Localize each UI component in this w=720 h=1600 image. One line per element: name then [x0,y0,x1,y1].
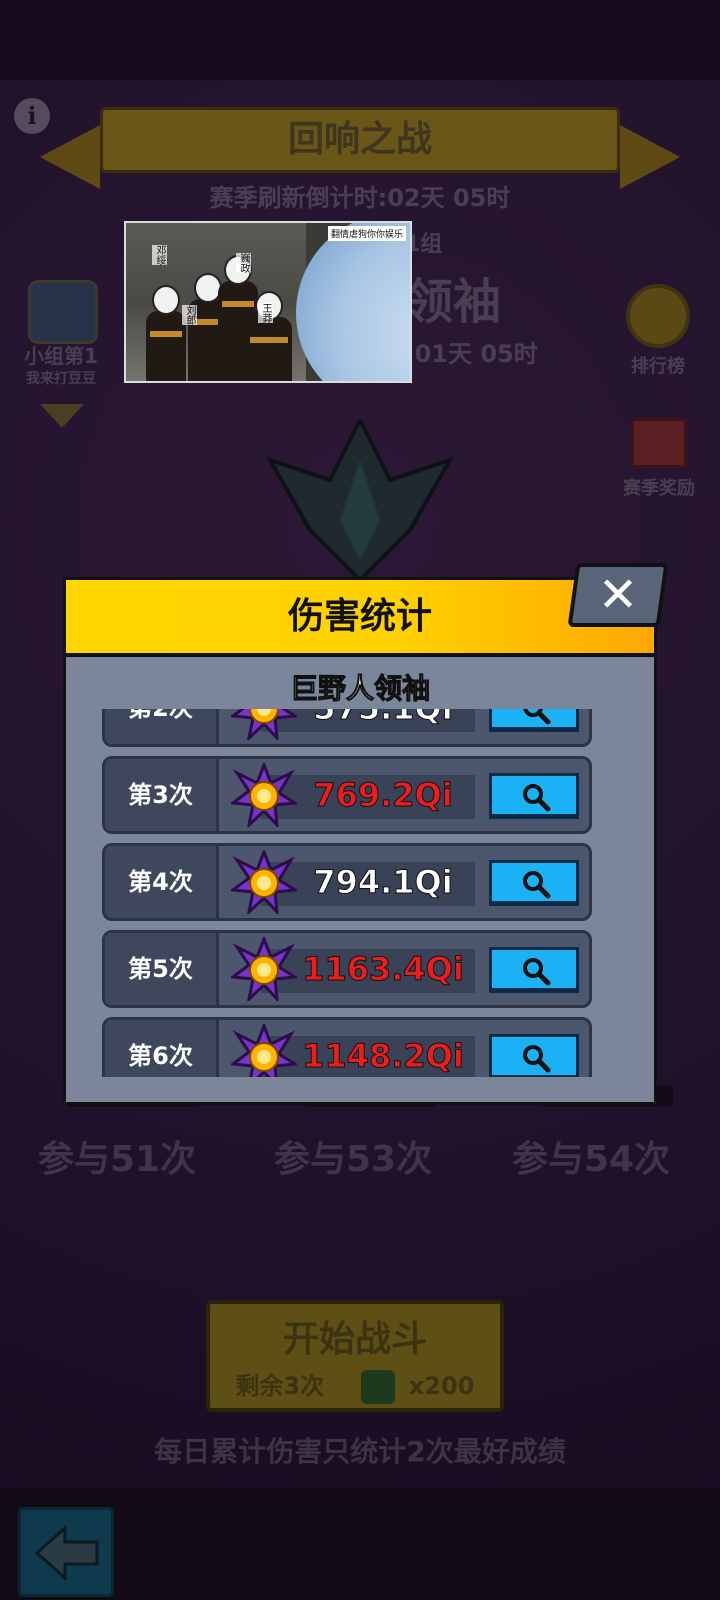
season-rewards-label: 赛季奖励 [623,478,695,499]
view-details-button[interactable] [489,947,579,993]
attempt-label: 第6次 [105,1020,219,1077]
figure [246,291,292,381]
attempt-row: 第3次 769.2Qi [102,756,592,834]
group-subtitle: 我来打豆豆 [26,371,96,387]
gem-icon [360,1370,395,1404]
medal-icon [626,284,690,348]
search-icon [523,1045,551,1073]
burst-icon [231,763,297,827]
attempt-row: 第2次 575.1Qi [102,709,592,747]
attempt-row: 第5次 1163.4Qi [102,930,592,1008]
boss-timer: :01天 05时 [405,340,538,368]
back-button[interactable] [18,1507,114,1597]
burst-icon [231,709,297,740]
video-scene-globe [296,223,410,381]
burst-icon [231,1024,297,1077]
close-icon: ✕ [597,567,639,623]
video-caption: 翻情虐狗你你娱乐 [327,226,406,241]
name-label: 王莽 [258,303,273,323]
start-battle-label: 开始战斗 [282,1319,427,1360]
arrow-left-icon [35,1526,99,1580]
figure [146,285,186,381]
damage-value: 1148.2Qi [302,1037,465,1076]
search-icon [523,709,551,725]
leaderboard-button[interactable]: 排行榜 [610,284,706,378]
season-title-banner: 回响之战 [100,107,620,173]
daily-note: 每日累计伤害只统计2次最好成绩 [154,1435,566,1468]
gift-icon [631,418,687,468]
dialog-body: 巨野人领袖 第2次 575.1Qi 第3次 769.2Qi [63,657,657,1105]
search-icon [523,871,551,899]
attempt-label: 第5次 [105,933,219,1005]
view-details-button[interactable] [489,709,579,732]
search-icon [523,784,551,812]
attempt-label: 第2次 [105,709,219,744]
boss-silhouette [265,420,455,580]
group-rank: 小组第1 [24,344,98,368]
damage-value: 1163.4Qi [302,950,465,989]
season-rewards-button[interactable]: 赛季奖励 [604,418,714,500]
season-countdown: 赛季刷新倒计时:02天 05时 [209,184,511,212]
chevron-down-icon[interactable] [40,404,84,428]
view-details-button[interactable] [489,860,579,906]
attempt-row: 第6次 1148.2Qi [102,1017,592,1077]
name-label: 刘郎 [182,305,197,325]
burst-icon [231,937,297,1001]
attempt-label: 第3次 [105,759,219,831]
close-button[interactable]: ✕ [567,563,669,627]
damage-value: 575.1Qi [291,709,475,744]
remaining-attempts: 剩余3次 [235,1372,325,1400]
participation-count: 参与54次 [512,1139,671,1180]
video-overlay[interactable]: 邓绥 刘郎 巍政 王莽 翻情虐狗你你娱乐 [124,221,412,383]
name-label: 邓绥 [152,245,167,265]
damage-value: 794.1Qi [313,863,453,902]
damage-value: 769.2Qi [313,776,453,815]
search-icon [523,958,551,986]
group-avatar[interactable] [28,280,98,344]
burst-icon [231,850,297,914]
participation-count: 参与53次 [274,1139,433,1180]
boss-name: 领袖 [405,274,502,330]
status-area [0,0,720,80]
gem-cost: x200 [408,1372,475,1400]
participation-count: 参与51次 [38,1139,197,1180]
damage-stats-dialog: 伤害统计 巨野人领袖 第2次 575.1Qi 第3次 769.2Qi [63,577,657,1105]
view-details-button[interactable] [489,1034,579,1077]
attempt-label: 第4次 [105,846,219,918]
boss-title: 巨野人领袖 [289,672,430,706]
view-details-button[interactable] [489,773,579,819]
name-label: 巍政 [236,253,251,273]
start-battle-button[interactable]: 开始战斗 剩余3次 x200 [206,1300,504,1412]
leaderboard-label: 排行榜 [631,356,685,377]
attempt-row: 第4次 794.1Qi [102,843,592,921]
attempt-list[interactable]: 第2次 575.1Qi 第3次 769.2Qi [102,709,592,1077]
